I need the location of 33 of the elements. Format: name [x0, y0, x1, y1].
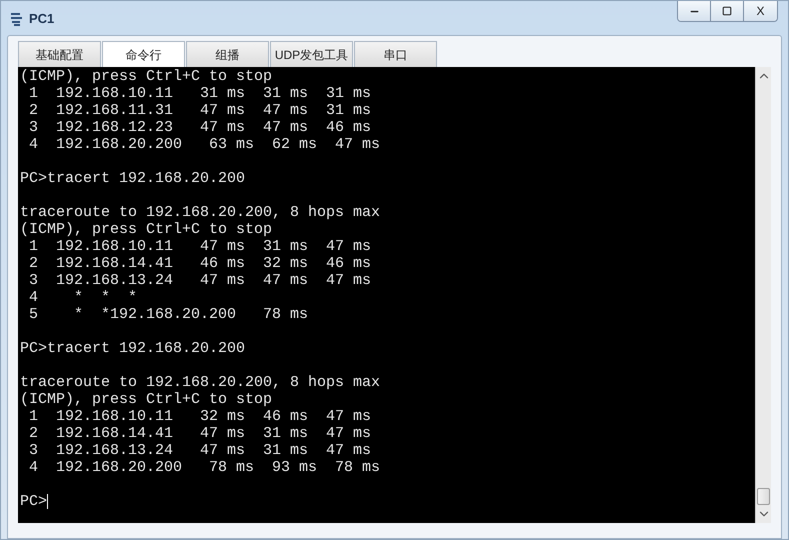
- terminal-line: (ICMP), press Ctrl+C to stop: [20, 221, 274, 238]
- close-button[interactable]: X: [744, 1, 777, 21]
- tab[interactable]: 基础配置: [18, 41, 101, 67]
- window-title: PC1: [29, 10, 54, 28]
- terminal-line: traceroute to 192.168.20.200, 8 hops max: [20, 204, 382, 221]
- terminal-line: 3 192.168.13.24 47 ms 47 ms 47 ms: [28, 272, 372, 289]
- terminal-line: 1 192.168.10.11 32 ms 46 ms 47 ms: [28, 408, 372, 425]
- maximize-button[interactable]: [711, 1, 744, 21]
- terminal-line: 4 * * *: [28, 289, 138, 306]
- app-icon: [9, 10, 25, 27]
- tab[interactable]: 串口: [354, 41, 437, 67]
- terminal-line: 3 192.168.12.23 47 ms 47 ms 46 ms: [28, 119, 372, 136]
- terminal-line: (ICMP), press Ctrl+C to stop: [20, 68, 274, 85]
- tab[interactable]: 组播: [186, 41, 269, 67]
- maximize-icon: [722, 6, 732, 16]
- terminal-line: traceroute to 192.168.20.200, 8 hops max: [20, 374, 382, 391]
- terminal-line: 4 192.168.20.200 63 ms 62 ms 47 ms: [28, 136, 382, 153]
- terminal-line: 2 192.168.14.41 46 ms 32 ms 46 ms: [28, 255, 372, 272]
- terminal-line: PC>tracert 192.168.20.200: [20, 170, 246, 187]
- terminal-line: 2 192.168.14.41 47 ms 31 ms 47 ms: [28, 425, 372, 442]
- scrollbar[interactable]: [755, 67, 771, 523]
- tab[interactable]: 命令行: [102, 41, 185, 67]
- terminal-line: PC>: [20, 493, 48, 510]
- scrollbar-thumb[interactable]: [757, 488, 770, 505]
- terminal-line: 3 192.168.13.24 47 ms 31 ms 47 ms: [28, 442, 372, 459]
- terminal-line: 1 192.168.10.11 31 ms 31 ms 31 ms: [28, 85, 372, 102]
- terminal-line: PC>tracert 192.168.20.200: [20, 340, 246, 357]
- terminal-line: (ICMP), press Ctrl+C to stop: [20, 391, 274, 408]
- terminal-line: 4 192.168.20.200 78 ms 93 ms 78 ms: [28, 459, 382, 476]
- terminal-line: 5 * *192.168.20.200 78 ms: [28, 306, 310, 323]
- tab[interactable]: UDP发包工具: [270, 41, 353, 67]
- terminal-line: 2 192.168.11.31 47 ms 47 ms 31 ms: [28, 102, 372, 119]
- terminal-line: 1 192.168.10.11 47 ms 31 ms 47 ms: [28, 238, 372, 255]
